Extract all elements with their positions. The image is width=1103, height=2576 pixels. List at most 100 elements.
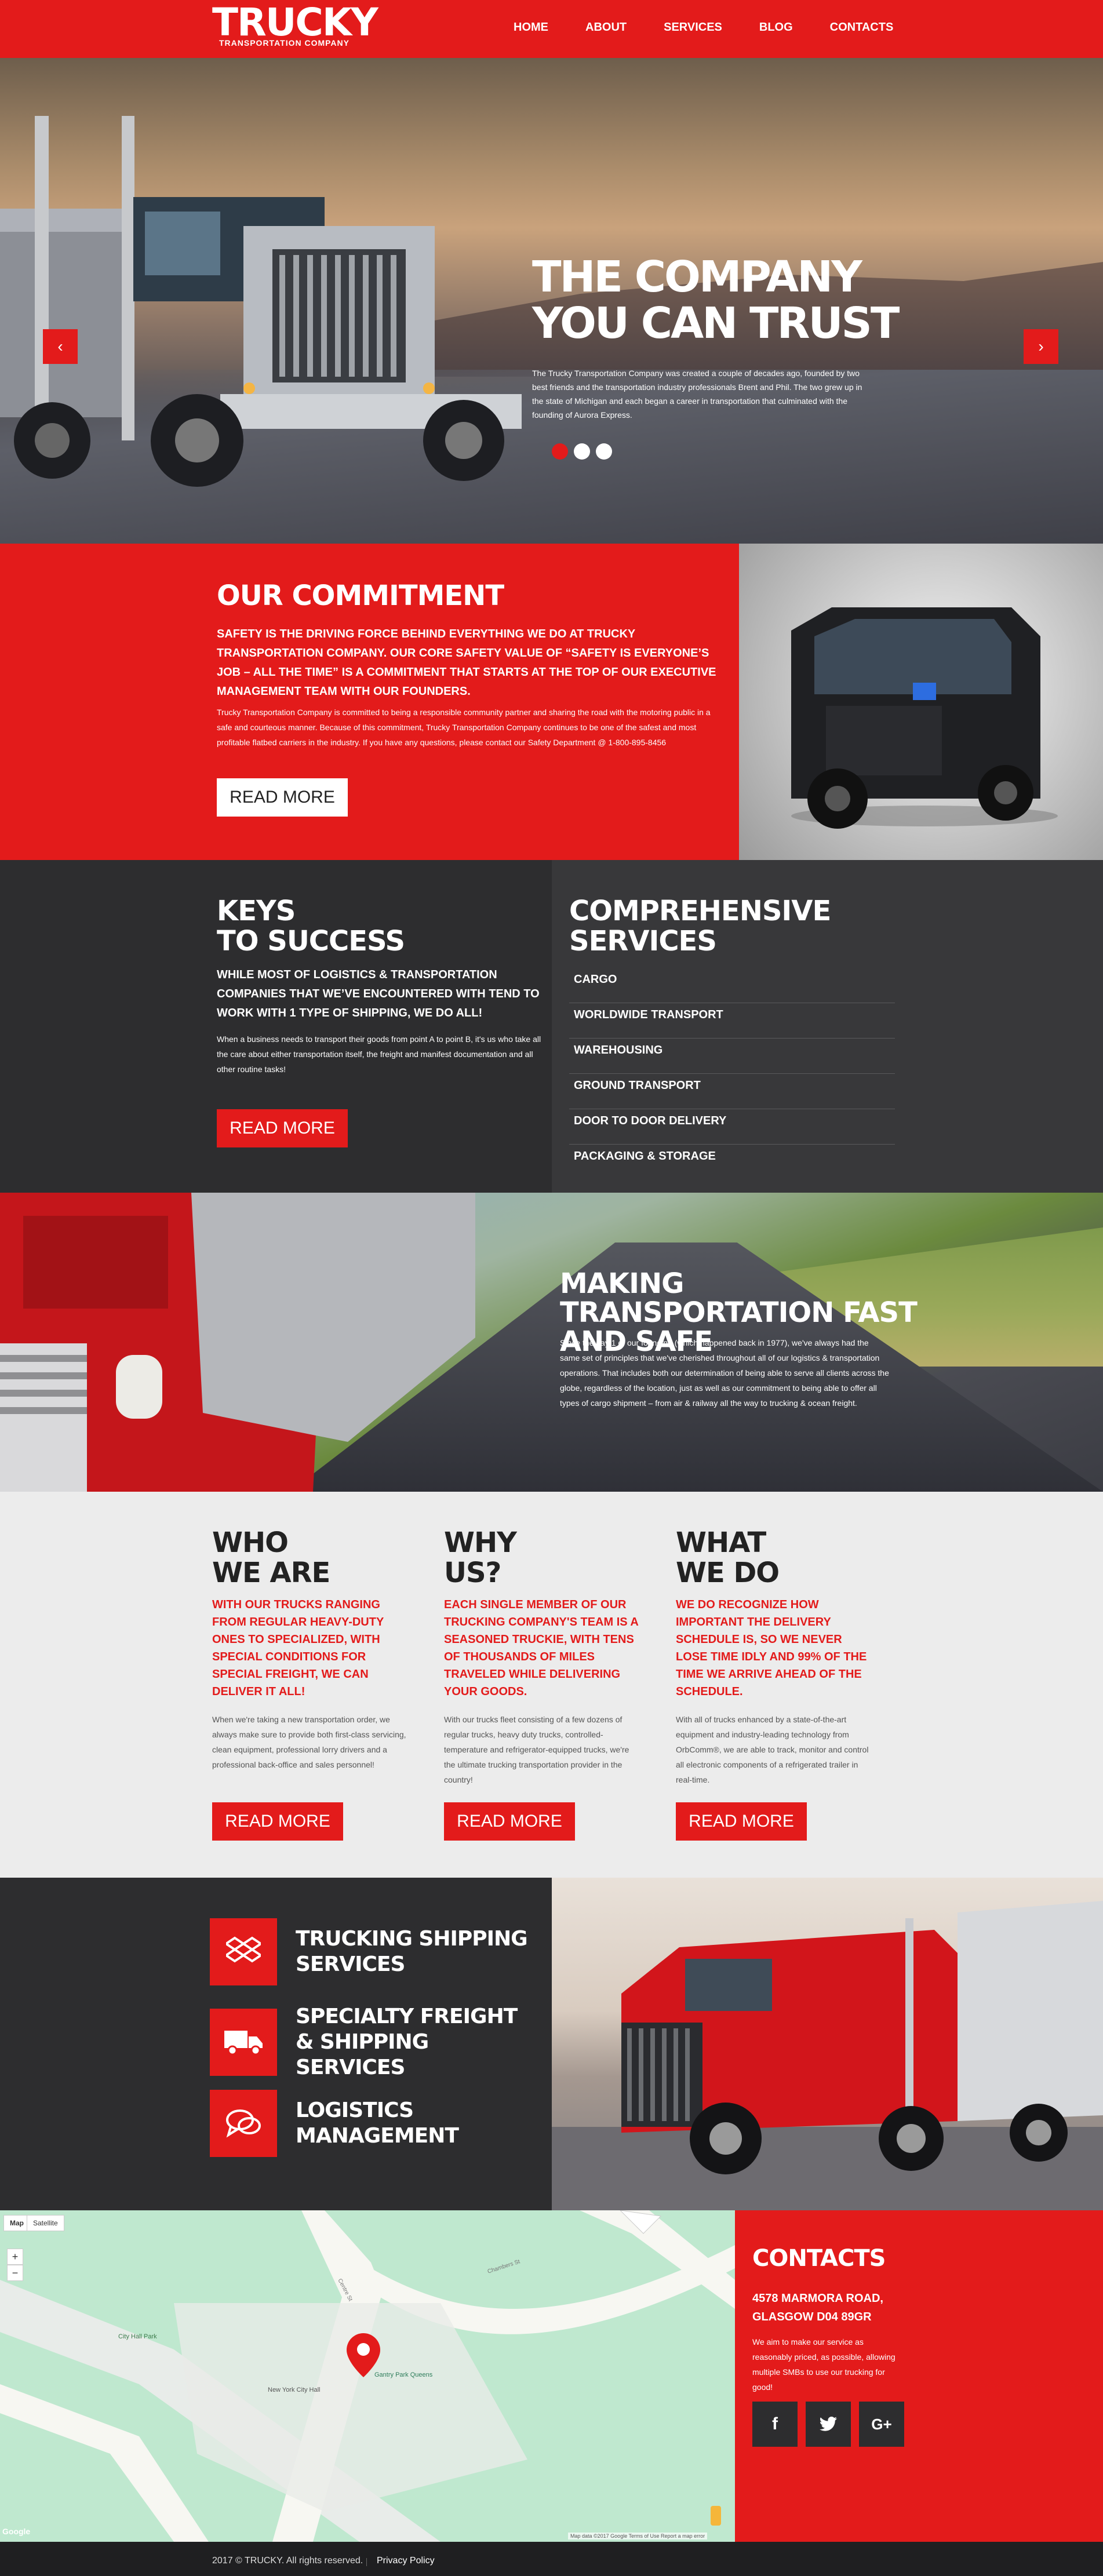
- services-list: CARGO WORLDWIDE TRANSPORT WAREHOUSING GR…: [569, 968, 895, 1180]
- making-section: MAKING TRANSPORTATION FAST AND SAFE Sinc…: [0, 1193, 1103, 1492]
- features-section: TRUCKING SHIPPING SERVICES SPECIALTY FRE…: [0, 1878, 1103, 2210]
- keys-lead: WHILE MOST OF LOGISTICS & TRANSPORTATION…: [217, 968, 540, 1019]
- keys-title-line2: TO SUCCESS: [217, 925, 405, 957]
- who-we-are-column: WHO WE ARE WITH OUR TRUCKS RANGING FROM R…: [212, 1528, 409, 1772]
- why-read-more-button[interactable]: READ MORE: [444, 1802, 575, 1841]
- service-item[interactable]: WAREHOUSING: [569, 1039, 895, 1074]
- who-title-line1: WHO: [212, 1526, 289, 1559]
- why-title-line1: WHY: [444, 1526, 517, 1559]
- services-title: COMPREHENSIVE SERVICES: [569, 895, 831, 957]
- red-truck-image: [0, 1193, 475, 1492]
- dropbox-icon: [210, 1918, 277, 1985]
- main-nav: HOME ABOUT SERVICES BLOG CONTACTS: [514, 21, 930, 34]
- what-read-more-button[interactable]: READ MORE: [676, 1802, 807, 1841]
- what-we-do-column: WHAT WE DO WE DO RECOGNIZE HOW IMPORTANT …: [676, 1528, 873, 1787]
- google-plus-icon[interactable]: G+: [859, 2402, 904, 2447]
- what-title: WHAT WE DO: [676, 1528, 873, 1588]
- service-item[interactable]: DOOR TO DOOR DELIVERY: [569, 1109, 895, 1145]
- who-read-more-button[interactable]: READ MORE: [212, 1802, 343, 1841]
- contacts-panel: CONTACTS 4578 MARMORA ROAD, GLASGOW D04 …: [735, 2210, 1103, 2542]
- social-links: f G+: [752, 2402, 904, 2447]
- feature-label: LOGISTICS MANAGEMENT: [296, 2098, 459, 2148]
- service-item[interactable]: CARGO: [569, 968, 895, 1003]
- slider-dot-2[interactable]: [574, 443, 590, 460]
- why-body: With our trucks fleet consisting of a fe…: [444, 1715, 629, 1784]
- keys-body: When a business needs to transport their…: [217, 1034, 541, 1074]
- commitment-lead: SAFETY IS THE DRIVING FORCE BEHIND EVERY…: [217, 628, 716, 698]
- keys-read-more-button[interactable]: READ MORE: [217, 1109, 348, 1147]
- chevron-left-icon: ‹: [57, 337, 63, 355]
- pegman-icon[interactable]: [711, 2506, 721, 2526]
- slider-dot-1[interactable]: [552, 443, 568, 460]
- map-zoom-in-button[interactable]: +: [7, 2249, 23, 2265]
- who-title: WHO WE ARE: [212, 1528, 409, 1588]
- why-title: WHY US?: [444, 1528, 641, 1588]
- feature-logistics[interactable]: LOGISTICS MANAGEMENT: [210, 2090, 533, 2157]
- footer-divider: [366, 2558, 367, 2566]
- logo[interactable]: TRUCKY TRANSPORTATION COMPANY: [212, 0, 378, 48]
- facebook-icon[interactable]: f: [752, 2402, 798, 2447]
- logo-text: TRUCKY: [212, 0, 378, 45]
- service-item[interactable]: WORLDWIDE TRANSPORT: [569, 1003, 895, 1039]
- feature-label: TRUCKING SHIPPING SERVICES: [296, 1927, 528, 1976]
- hero-text: The Trucky Transportation Company was cr…: [532, 369, 862, 420]
- map-label-park: City Hall Park: [118, 2333, 157, 2340]
- making-body: Since the day 1 of our founding (which h…: [560, 1338, 889, 1408]
- hero-title: THE COMPANY YOU CAN TRUST: [532, 254, 903, 347]
- why-us-column: WHY US? EACH SINGLE MEMBER OF OUR TRUCKIN…: [444, 1528, 641, 1787]
- what-lead: WE DO RECOGNIZE HOW IMPORTANT THE DELIVE…: [676, 1598, 867, 1698]
- black-truck-image: [739, 544, 1103, 860]
- keys-section: KEYS TO SUCCESS WHILE MOST OF LOGISTICS …: [0, 860, 1103, 1193]
- map-attribution[interactable]: Map data ©2017 Google Terms of Use Repor…: [568, 2533, 708, 2539]
- slider-dot-3[interactable]: [596, 443, 612, 460]
- map-pin-icon[interactable]: [347, 2333, 380, 2380]
- site-footer: 2017 © TRUCKY. All rights reserved. Priv…: [0, 2542, 1103, 2576]
- google-logo: Google: [2, 2527, 31, 2536]
- nav-contacts[interactable]: CONTACTS: [830, 21, 894, 34]
- nav-home[interactable]: HOME: [514, 21, 548, 34]
- feature-trucking[interactable]: TRUCKING SHIPPING SERVICES: [210, 1918, 533, 1985]
- who-lead: WITH OUR TRUCKS RANGING FROM REGULAR HEA…: [212, 1598, 384, 1698]
- slider-prev-button[interactable]: ‹: [43, 329, 78, 364]
- about-section: WHO WE ARE WITH OUR TRUCKS RANGING FROM R…: [0, 1492, 1103, 1878]
- feature-label: SPECIALTY FREIGHT & SHIPPING SERVICES: [296, 2005, 518, 2079]
- map[interactable]: Map Satellite + − City Hall Park New Yor…: [0, 2210, 735, 2542]
- map-label-hall: New York City Hall: [268, 2386, 321, 2393]
- what-body: With all of trucks enhanced by a state-o…: [676, 1715, 869, 1784]
- who-title-line2: WE ARE: [212, 1557, 330, 1589]
- service-item[interactable]: GROUND TRANSPORT: [569, 1074, 895, 1109]
- chat-icon: [210, 2090, 277, 2157]
- commitment-body: Trucky Transportation Company is committ…: [217, 708, 711, 747]
- what-title-line2: WE DO: [676, 1557, 780, 1589]
- slider-dots: [552, 443, 612, 460]
- slider-next-button[interactable]: ›: [1024, 329, 1058, 364]
- commitment-read-more-button[interactable]: READ MORE: [217, 778, 348, 817]
- hero-truck-image: [0, 116, 522, 487]
- commitment-title: OUR COMMITMENT: [217, 580, 504, 612]
- page: TRUCKY TRANSPORTATION COMPANY HOME ABOUT…: [0, 0, 1103, 2576]
- map-label-pin: Gantry Park Queens: [374, 2371, 433, 2378]
- keys-title: KEYS TO SUCCESS: [217, 896, 405, 956]
- contact-section: Map Satellite + − City Hall Park New Yor…: [0, 2210, 1103, 2542]
- hero-slider: THE COMPANY YOU CAN TRUST The Trucky Tra…: [0, 58, 1103, 544]
- service-item[interactable]: PACKAGING & STORAGE: [569, 1145, 895, 1180]
- site-header: TRUCKY TRANSPORTATION COMPANY HOME ABOUT…: [0, 0, 1103, 58]
- nav-about[interactable]: ABOUT: [585, 21, 627, 34]
- contacts-title: CONTACTS: [752, 2245, 886, 2272]
- red-truck-side-image: [552, 1878, 1103, 2210]
- who-body: When we're taking a new transportation o…: [212, 1715, 406, 1769]
- privacy-policy-link[interactable]: Privacy Policy: [377, 2556, 435, 2566]
- map-tab-satellite[interactable]: Satellite: [27, 2215, 64, 2231]
- twitter-icon[interactable]: [806, 2402, 851, 2447]
- map-zoom-out-button[interactable]: −: [7, 2265, 23, 2281]
- why-lead: EACH SINGLE MEMBER OF OUR TRUCKING COMPA…: [444, 1598, 639, 1698]
- feature-specialty[interactable]: SPECIALTY FREIGHT & SHIPPING SERVICES: [210, 2004, 533, 2081]
- contacts-description: We aim to make our service as reasonably…: [752, 2337, 895, 2392]
- chevron-right-icon: ›: [1038, 337, 1044, 355]
- what-title-line1: WHAT: [676, 1526, 766, 1559]
- nav-services[interactable]: SERVICES: [664, 21, 722, 34]
- contacts-address: 4578 MARMORA ROAD, GLASGOW D04 89GR: [752, 2292, 883, 2323]
- hero-title-line1: THE COMPANY: [532, 252, 862, 302]
- keys-title-line1: KEYS: [217, 895, 296, 927]
- nav-blog[interactable]: BLOG: [759, 21, 793, 34]
